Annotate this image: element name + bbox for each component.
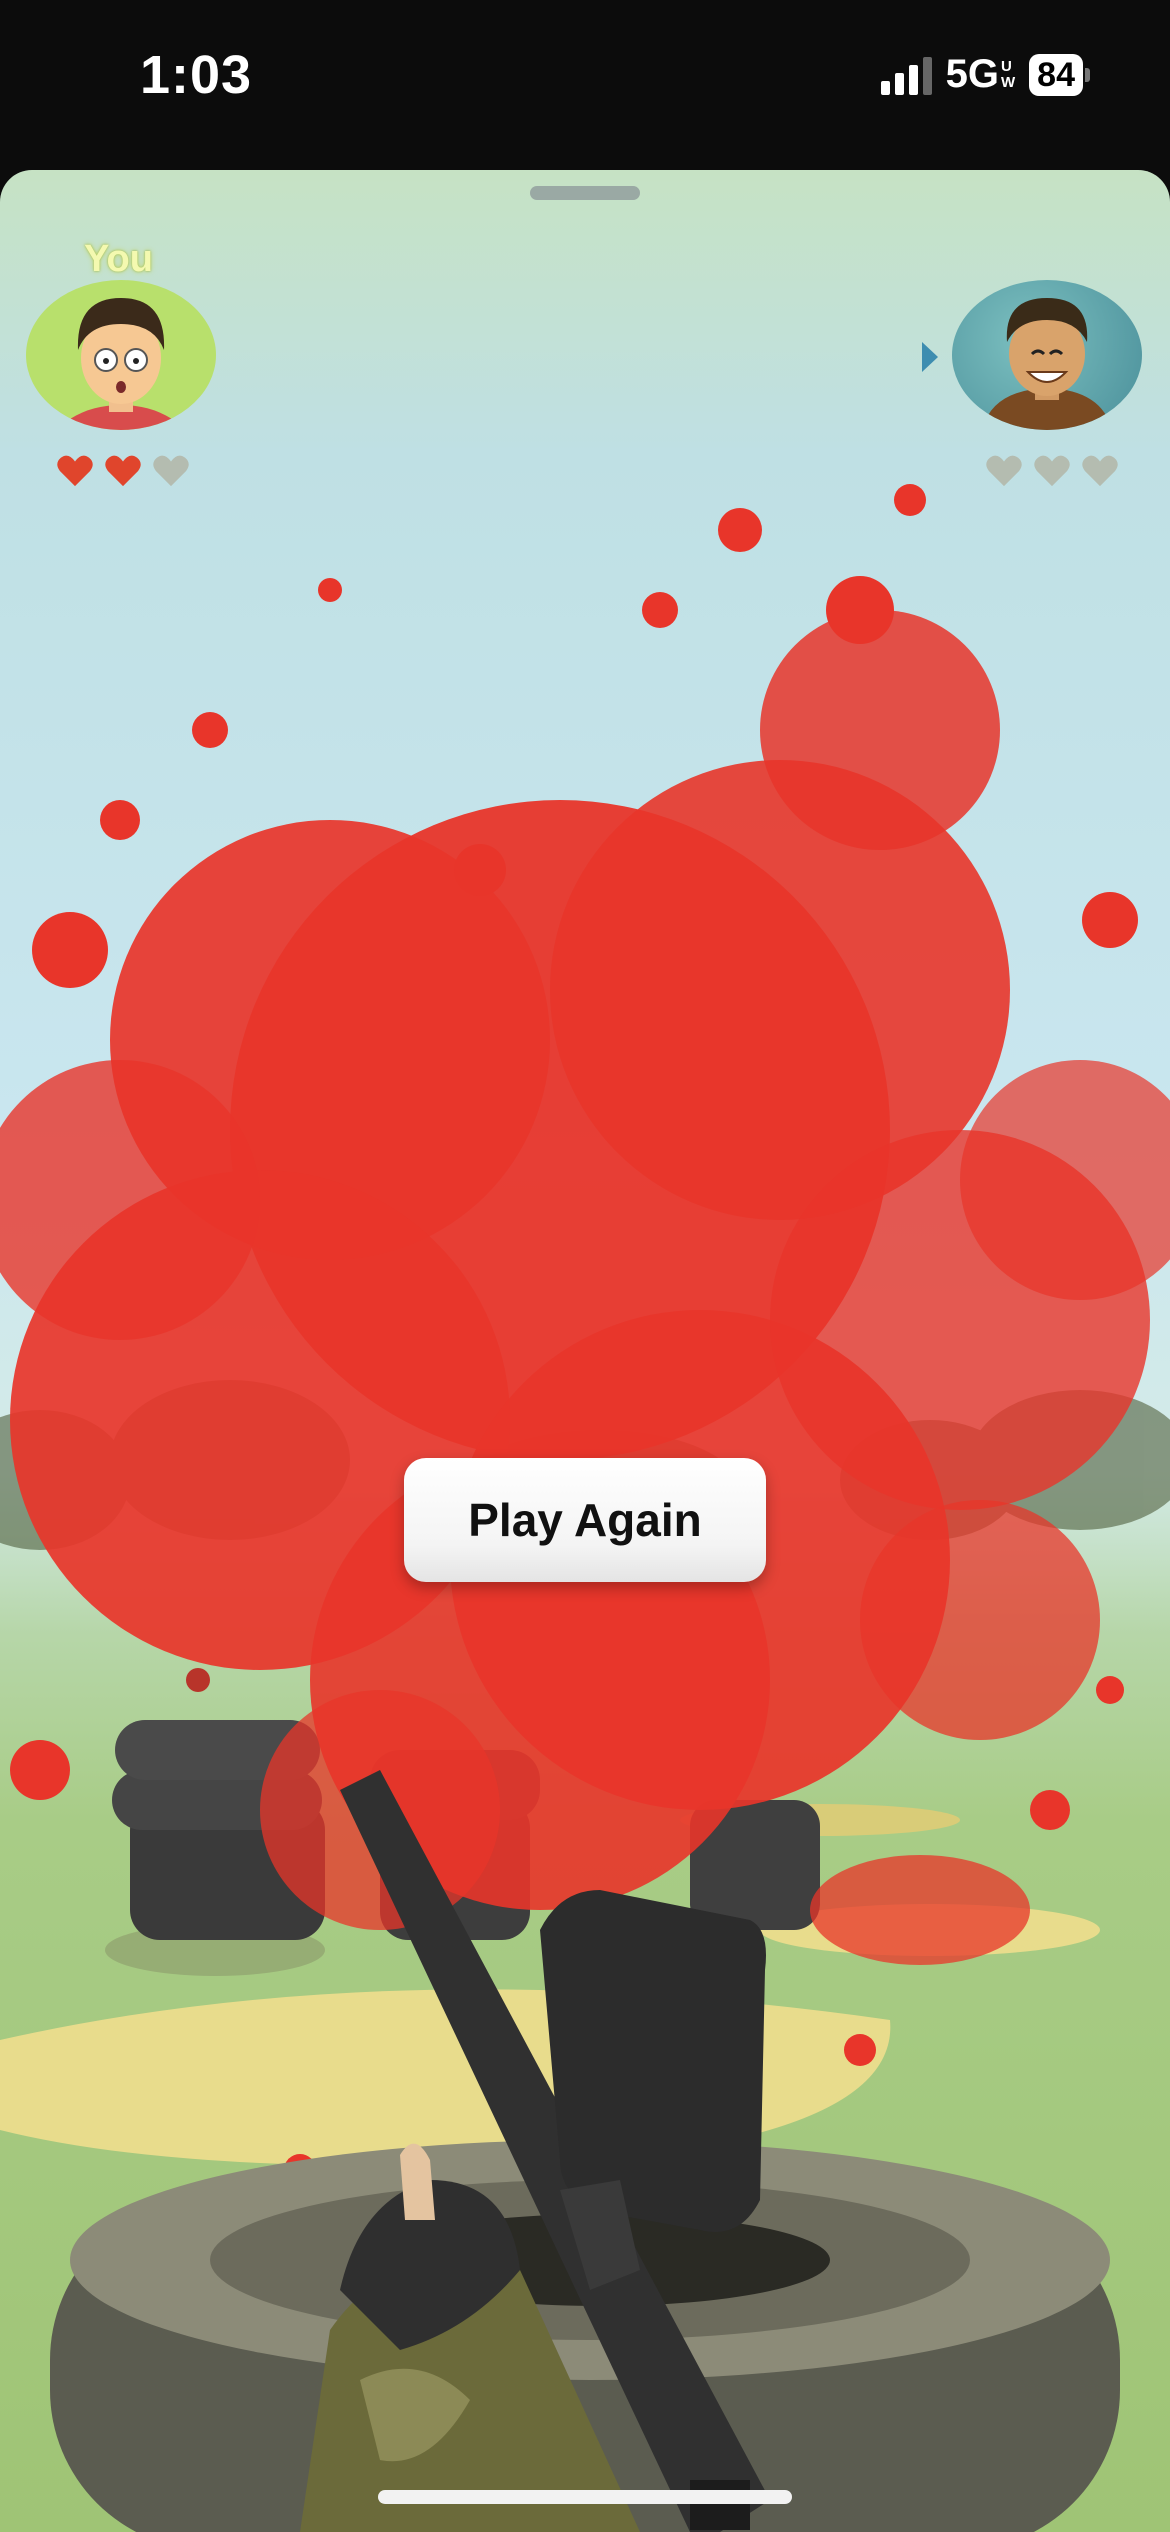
heart-empty-icon [153,455,189,487]
network-type: 5G U W [946,52,1016,97]
you-label: You [84,238,153,280]
heart-empty-icon [1034,455,1070,487]
game-sheet: You Play Again [0,170,1170,2532]
status-time: 1:03 [140,45,253,105]
battery-nub [1085,67,1090,82]
network-badge-bottom: W [1001,73,1016,91]
player-lives [56,454,190,488]
battery-level: 84 [1029,53,1083,96]
opponent-avatar [952,280,1142,430]
network-label: 5G [945,52,999,96]
opponent-marker [186,1668,210,1692]
heart-empty-icon [986,455,1022,487]
heart-full-icon [57,455,93,487]
signal-strength-icon [880,55,932,95]
network-badge-top: U [1001,57,1012,75]
battery-icon: 84 [1029,53,1090,96]
network-badge: U W [1001,57,1016,91]
player-avatar [26,280,216,430]
home-indicator[interactable] [378,2490,792,2504]
status-icons: 5G U W 84 [880,52,1090,97]
status-bar: 1:03 5G U W 84 [0,0,1170,160]
play-again-button[interactable]: Play Again [404,1458,766,1582]
game-scene [0,484,1170,2532]
opponent-lives [985,454,1119,488]
turn-indicator-icon [922,342,938,372]
heart-full-icon [105,455,141,487]
sheet-grabber[interactable] [530,186,640,200]
heart-empty-icon [1082,455,1118,487]
